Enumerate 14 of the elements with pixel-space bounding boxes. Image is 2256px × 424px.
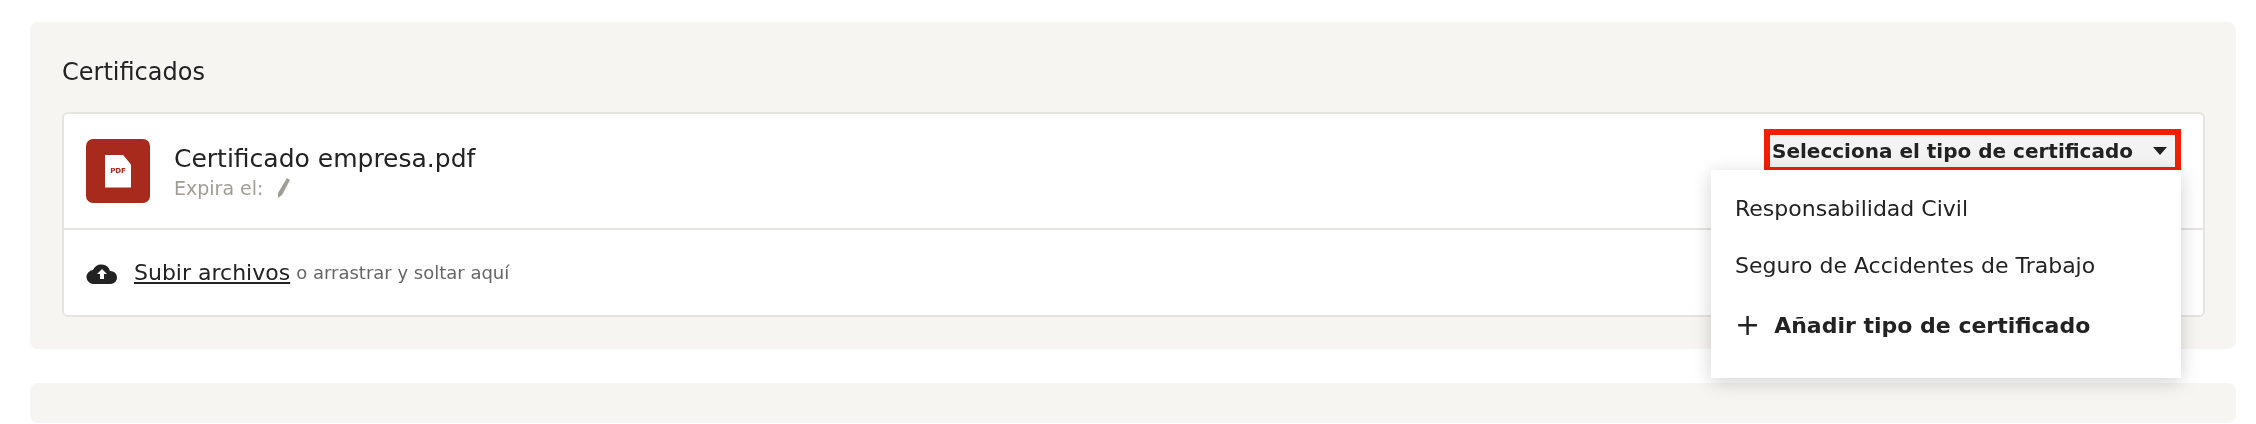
- cloud-upload-icon: [86, 261, 118, 284]
- add-type-label: Añadir tipo de certificado: [1774, 312, 2091, 338]
- caret-icon: [2153, 147, 2167, 155]
- add-type-item[interactable]: + Añadir tipo de certificado: [1711, 294, 2181, 356]
- plus-icon: +: [1735, 310, 1761, 340]
- menu-option[interactable]: Responsabilidad Civil: [1711, 180, 2181, 237]
- expiry-label: Expira el:: [174, 176, 264, 199]
- menu-option[interactable]: Seguro de Accidentes de Trabajo: [1711, 237, 2181, 294]
- pencil-icon[interactable]: [277, 176, 292, 199]
- upload-link[interactable]: Subir archivos: [134, 260, 291, 285]
- upload-hint: o arrastrar y soltar aquí: [296, 262, 510, 283]
- certificate-type-select[interactable]: Selecciona el tipo de certificado: [1764, 129, 2181, 173]
- file-name: Certificado empresa.pdf: [174, 143, 476, 173]
- section-title: Certificados: [62, 58, 206, 86]
